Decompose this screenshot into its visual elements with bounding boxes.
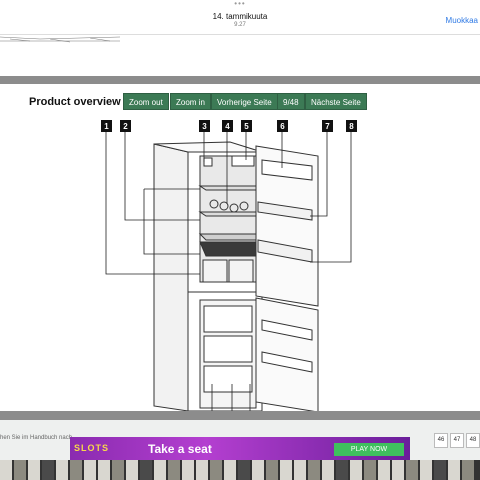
svg-text:2: 2 — [123, 122, 128, 131]
ad-headline: Take a seat — [148, 442, 212, 456]
page-button-46[interactable]: 46 — [434, 433, 448, 448]
callout-7: 7 — [322, 120, 333, 132]
callout-1: 1 — [101, 120, 112, 132]
page-thumbnail[interactable] — [112, 460, 124, 480]
page-thumbnail[interactable] — [56, 460, 68, 480]
page-separator-bottom — [0, 411, 480, 420]
document-page: Product overview Zoom out Zoom in Vorher… — [0, 84, 480, 411]
svg-text:5: 5 — [244, 122, 249, 131]
page-thumbnail[interactable] — [168, 460, 180, 480]
callout-3: 3 — [199, 120, 210, 132]
edit-button[interactable]: Muokkaa — [446, 16, 478, 25]
page-thumbnail[interactable] — [210, 460, 222, 480]
callout-5: 5 — [241, 120, 252, 132]
page-thumbnail[interactable] — [294, 460, 306, 480]
page-separator — [0, 76, 480, 84]
page-thumbnail[interactable] — [420, 460, 432, 480]
callout-6: 6 — [277, 120, 288, 132]
page-thumbnail[interactable] — [378, 460, 390, 480]
page-thumbnail[interactable] — [406, 460, 418, 480]
page-thumbnail[interactable] — [350, 460, 362, 480]
callout-2: 2 — [120, 120, 131, 132]
page-thumbnail[interactable] — [308, 460, 320, 480]
fridge-outline — [153, 141, 319, 411]
callout-8: 8 — [346, 120, 357, 132]
page-thumbnail[interactable] — [322, 460, 334, 480]
more-dots-icon[interactable]: ••• — [0, 0, 480, 8]
page-thumbnail[interactable] — [448, 460, 460, 480]
page-thumbnail[interactable] — [98, 460, 110, 480]
page-thumbnail[interactable] — [336, 460, 348, 480]
page-thumbnail[interactable] — [434, 460, 446, 480]
fridge-diagram: 1 2 3 4 5 6 7 8 — [101, 120, 357, 411]
page-thumbnail[interactable] — [14, 460, 26, 480]
time-label: 9.27 — [234, 22, 246, 28]
page-thumbnail[interactable] — [224, 460, 236, 480]
ad-banner[interactable]: SLOTS Take a seat PLAY NOW — [70, 437, 410, 461]
page-thumbnail[interactable] — [462, 460, 474, 480]
page-thumbnail[interactable] — [252, 460, 264, 480]
callout-4: 4 — [222, 120, 233, 132]
pager-hint: hen Sie im Handbuch nach — [0, 435, 73, 441]
page-button-47[interactable]: 47 — [450, 433, 464, 448]
page-thumbnail[interactable] — [126, 460, 138, 480]
page-thumbnail[interactable] — [140, 460, 152, 480]
page-thumbnail[interactable] — [280, 460, 292, 480]
page-thumbnail[interactable] — [70, 460, 82, 480]
svg-text:1: 1 — [104, 122, 109, 131]
svg-text:3: 3 — [202, 122, 207, 131]
svg-text:6: 6 — [280, 122, 285, 131]
thumbnail-strip — [0, 460, 480, 480]
page-thumbnail[interactable] — [154, 460, 166, 480]
previous-page-drawing — [0, 36, 121, 43]
previous-page-fragment — [0, 34, 480, 77]
page-thumbnail[interactable] — [0, 460, 12, 480]
svg-text:8: 8 — [349, 122, 354, 131]
page-button-48[interactable]: 48 — [466, 433, 480, 448]
ad-play-button[interactable]: PLAY NOW — [334, 443, 404, 456]
page-thumbnail[interactable] — [42, 460, 54, 480]
date-label: 14. tammikuuta — [212, 12, 268, 21]
page-thumbnail[interactable] — [182, 460, 194, 480]
page-thumbnail[interactable] — [28, 460, 40, 480]
page-thumbnail[interactable] — [266, 460, 278, 480]
svg-text:4: 4 — [225, 122, 230, 131]
page-thumbnail[interactable] — [84, 460, 96, 480]
svg-text:7: 7 — [325, 122, 330, 131]
page-thumbnail[interactable] — [238, 460, 250, 480]
page-thumbnail[interactable] — [196, 460, 208, 480]
ad-logo-text: SLOTS — [74, 443, 110, 453]
page-thumbnail[interactable] — [364, 460, 376, 480]
page-thumbnail[interactable] — [392, 460, 404, 480]
top-bar: ••• 14. tammikuuta 9.27 Muokkaa — [0, 0, 480, 34]
